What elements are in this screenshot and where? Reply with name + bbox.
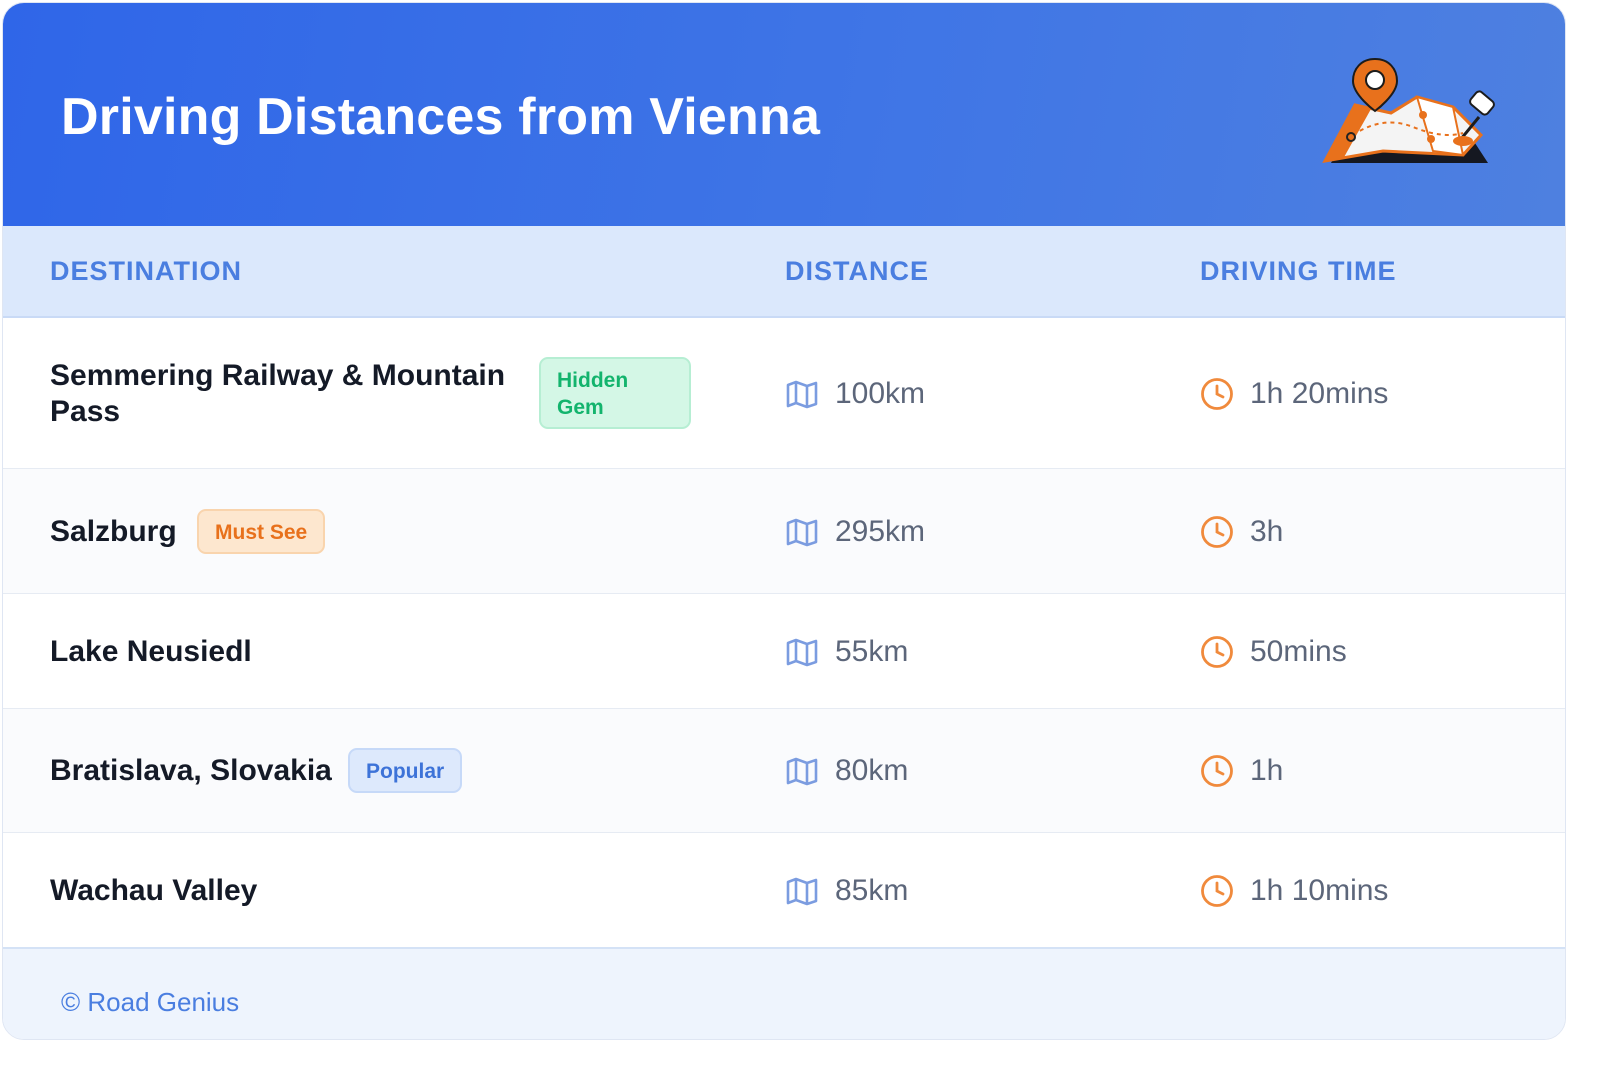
badge-must-see: Must See [197,509,326,554]
clock-icon [1201,636,1233,668]
distance-cell: 80km [785,751,908,791]
distance-cell: 85km [785,871,908,911]
destination-name: Bratislava, Slovakia [50,754,332,787]
clock-icon [1201,378,1233,410]
clock-icon [1201,516,1233,548]
time-cell: 50mins [1200,632,1347,672]
copyright-text: © Road Genius [61,987,240,1017]
distance-card: Driving Distances from Vienna DESTINATIO… [2,2,1566,1040]
table-row: Bratislava, Slovakia Popular 80km 1h [3,709,1565,833]
map-icon [786,518,818,547]
badge-popular: Popular [348,748,463,793]
clock-icon [1201,755,1233,787]
header-banner: Driving Distances from Vienna [3,3,1565,226]
column-header-distance: DISTANCE [785,256,930,286]
column-header-destination: DESTINATION [50,256,242,286]
time-cell: 1h 10mins [1200,871,1388,911]
destination-name: Lake Neusiedl [50,635,252,668]
table-row: Salzburg Must See 295km 3h [3,469,1565,594]
map-icon [786,638,818,667]
table-row: Semmering Railway & Mountain Pass Hidden… [3,318,1565,469]
time-cell: 3h [1200,512,1283,552]
page-title: Driving Distances from Vienna [61,88,821,146]
column-header-driving-time: DRIVING TIME [1200,256,1397,286]
table-header: DESTINATION DISTANCE DRIVING TIME [3,226,1565,318]
map-icon [786,380,818,409]
table-row: Lake Neusiedl 55km 50mins [3,594,1565,709]
time-cell: 1h 20mins [1200,374,1388,414]
table-row: Wachau Valley 85km 1h 10mins [3,833,1565,947]
distance-cell: 55km [785,632,908,672]
map-pin-illustration [1322,57,1495,164]
distance-cell: 100km [785,374,925,414]
destination-name: Salzburg [50,515,177,548]
clock-icon [1201,875,1233,907]
destination-name: Semmering Railway & Mountain Pass [50,359,506,428]
map-icon [786,757,818,786]
badge-hidden-gem: Hidden Gem [539,357,691,429]
distance-cell: 295km [785,512,925,552]
time-cell: 1h [1200,751,1283,791]
footer: © Road Genius [3,947,1565,1039]
map-icon [786,877,818,906]
destination-name: Wachau Valley [50,874,258,907]
